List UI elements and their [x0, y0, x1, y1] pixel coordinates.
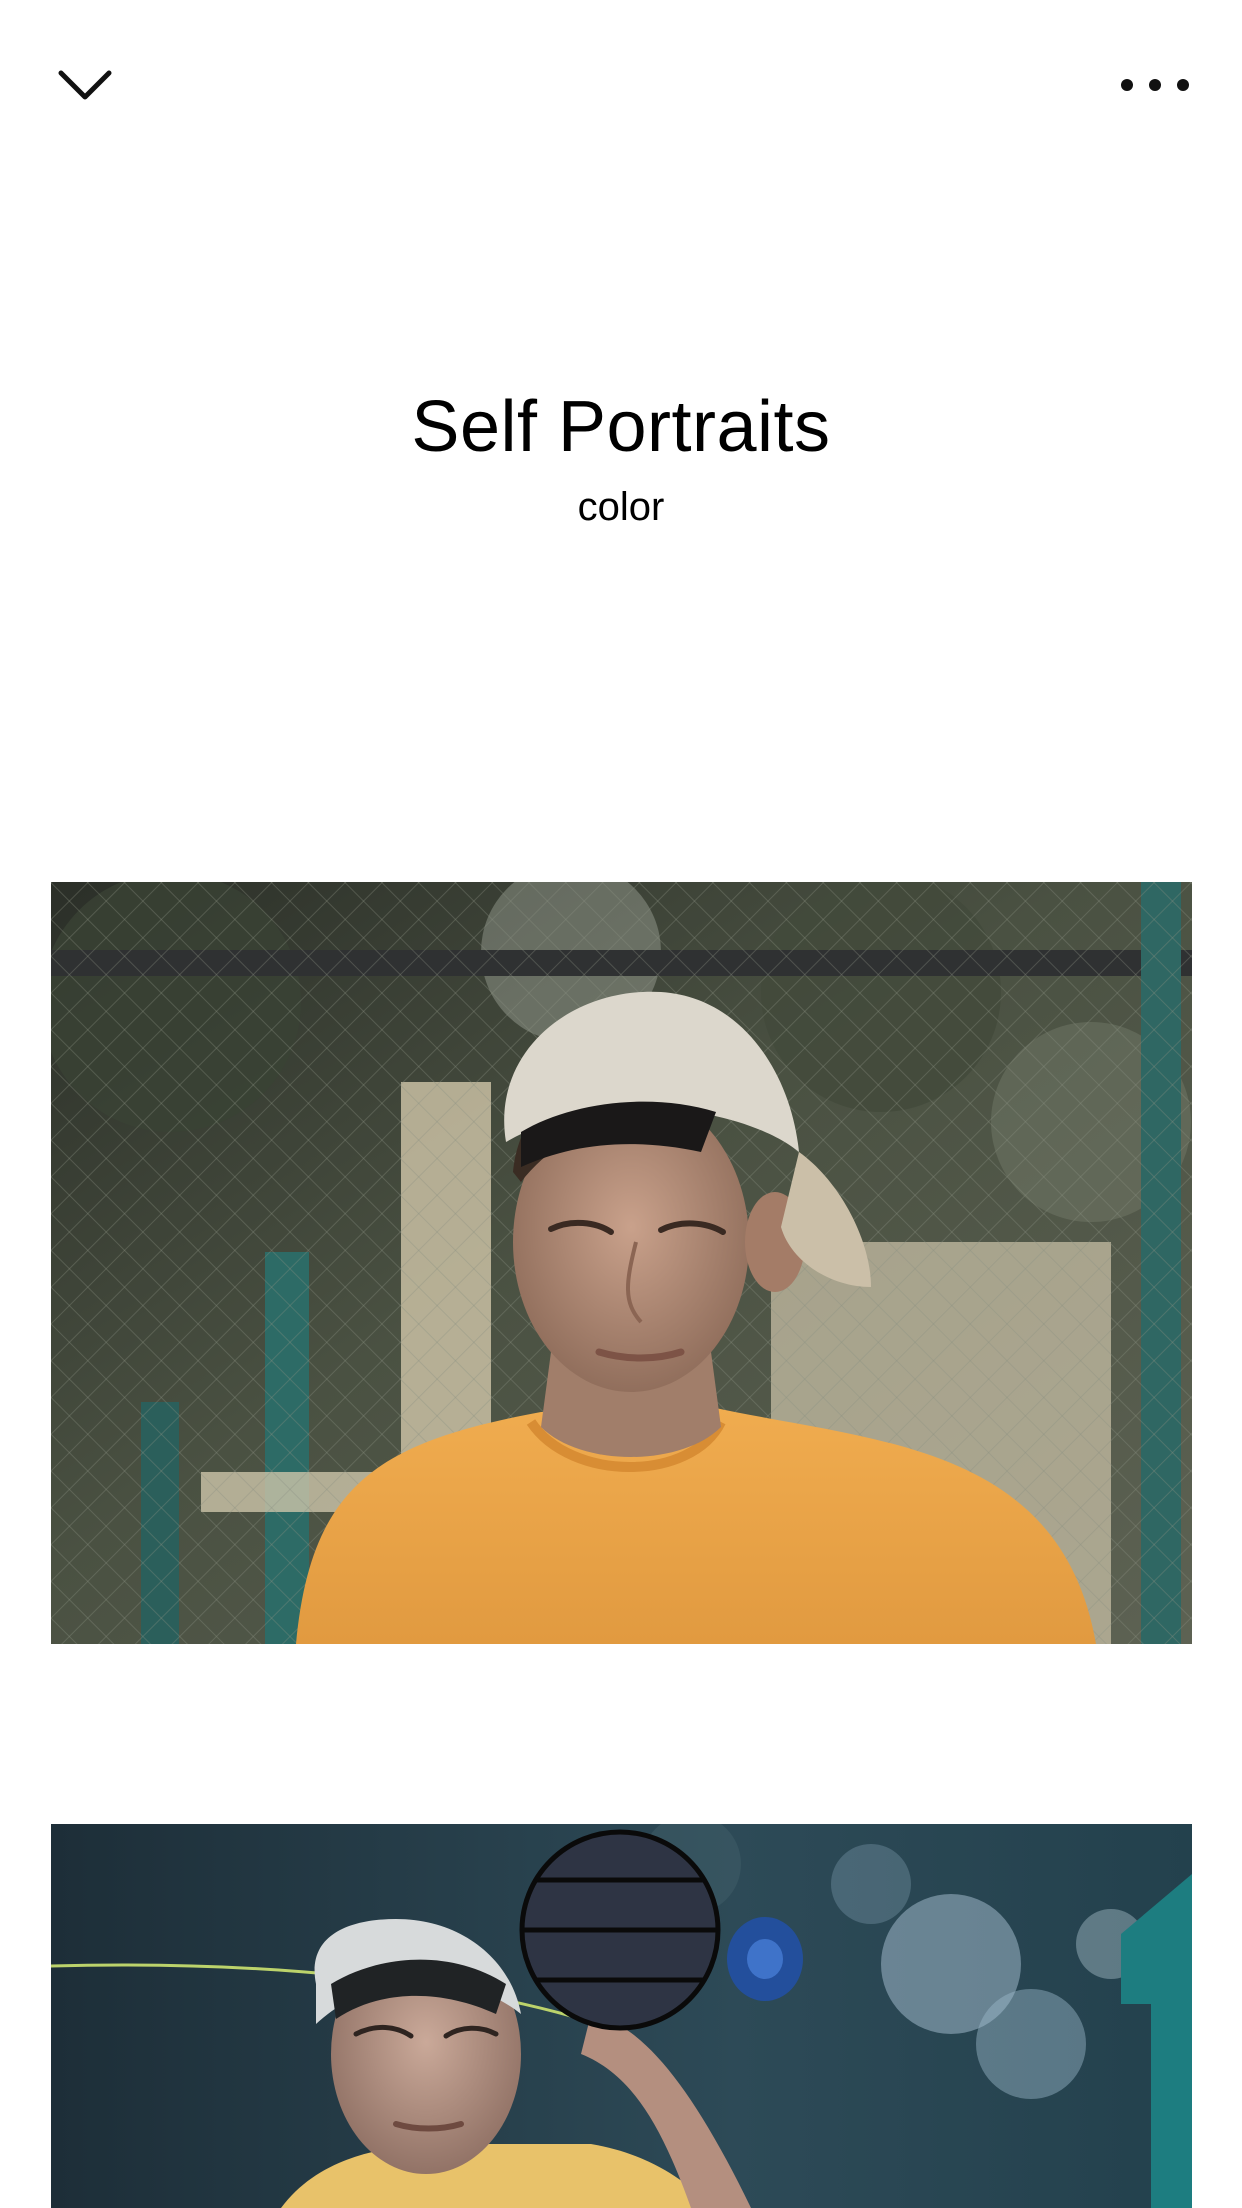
more-horizontal-icon [1121, 79, 1189, 91]
more-options-button[interactable] [1100, 45, 1210, 125]
collapse-button[interactable] [40, 45, 130, 125]
page-title: Self Portraits [411, 387, 831, 468]
drag-handle-icon [519, 1829, 721, 2031]
top-bar [0, 0, 1242, 170]
portrait-photo-1[interactable] [51, 882, 1192, 1644]
drag-handle[interactable] [519, 1829, 721, 2031]
page-subtitle: color [577, 485, 665, 529]
portrait-image [51, 882, 1192, 1644]
chevron-down-icon [58, 70, 112, 100]
